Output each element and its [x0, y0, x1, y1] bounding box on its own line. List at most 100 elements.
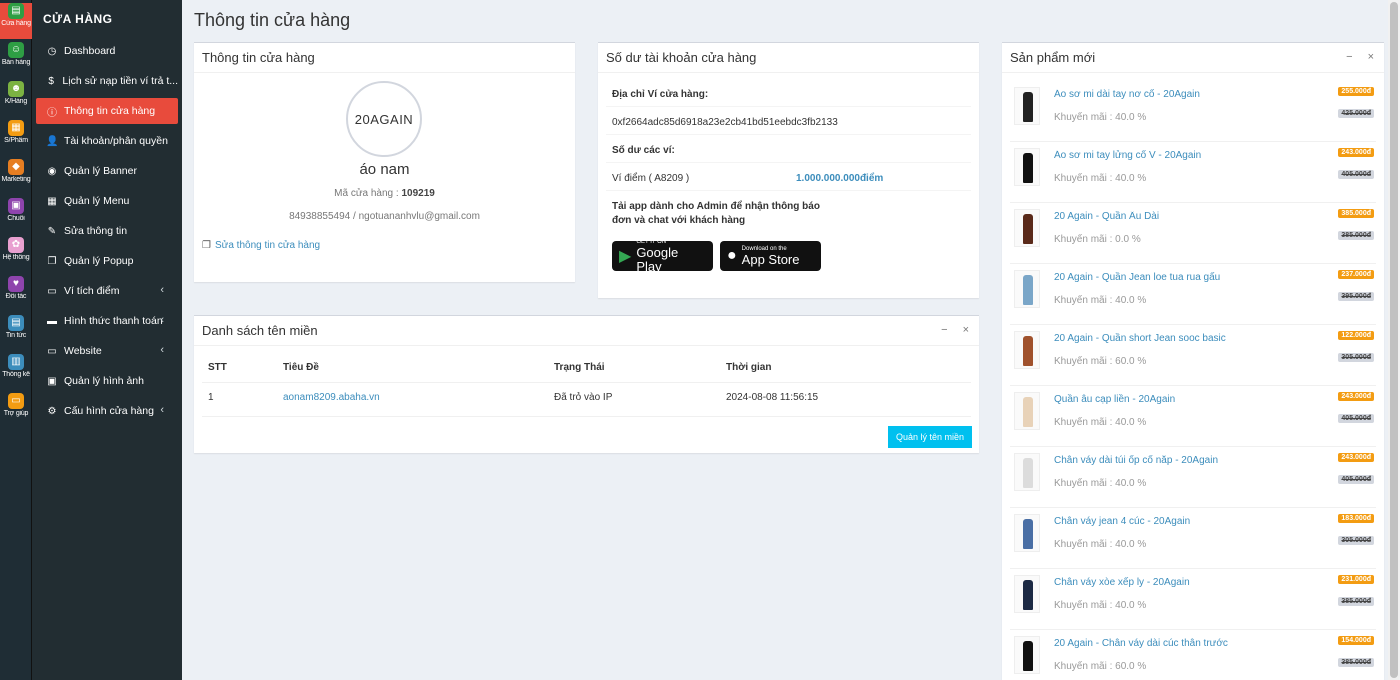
rail-item-label: K/Hàng: [4, 98, 28, 105]
sidebar-menu: ◷ Dashboard $ Lịch sử nạp tiền ví trả t... ⓘ…: [32, 38, 182, 424]
rail-item-label: Cửa hàng: [1, 20, 31, 27]
shop-code-value: 109219: [401, 188, 435, 199]
minimize-icon[interactable]: −: [1346, 51, 1352, 63]
product-price: 243.000đ: [1338, 392, 1374, 401]
sidebar-item[interactable]: ▬ Hình thức thanh toán ‹: [36, 308, 178, 334]
product-name[interactable]: Chân váy xòe xếp ly - 20Again: [1054, 577, 1274, 588]
product-image[interactable]: [1014, 270, 1040, 308]
rail-item[interactable]: ◆ Marketing: [0, 159, 32, 195]
row-domain-link[interactable]: aonam8209.abaha.vn: [283, 392, 380, 403]
product-name[interactable]: Chân váy jean 4 cúc - 20Again: [1054, 516, 1274, 527]
product-name[interactable]: Chân váy dài túi ốp cổ nắp - 20Again: [1054, 455, 1274, 466]
close-icon[interactable]: ×: [1368, 51, 1374, 63]
product-old-price: 395.000đ: [1338, 292, 1374, 301]
product-old-price: 425.000đ: [1338, 109, 1374, 118]
manage-domain-button[interactable]: Quản lý tên miền: [887, 426, 972, 448]
product-figure: [1023, 580, 1033, 610]
product-image[interactable]: [1014, 331, 1040, 369]
sidebar-item[interactable]: ▣ Quản lý hình ảnh: [36, 368, 178, 394]
sidebar-item[interactable]: ▭ Ví tích điểm ‹: [36, 278, 178, 304]
product-name[interactable]: 20 Again - Chân váy dài cúc thân trước: [1054, 638, 1274, 649]
shop-contact: 84938855494 / ngotuananhvlu@gmail.com: [289, 211, 480, 222]
product-name[interactable]: Quần âu cạp liền - 20Again: [1054, 394, 1274, 405]
product-image[interactable]: [1014, 514, 1040, 552]
info-icon: ⓘ: [47, 107, 57, 119]
product-promo: Khuyến mãi : 40.0 %: [1054, 600, 1147, 611]
chevron-left-icon: ‹: [160, 344, 164, 356]
close-icon[interactable]: ×: [963, 324, 969, 336]
product-image[interactable]: [1014, 209, 1040, 247]
sidebar-item[interactable]: ◷ Dashboard: [36, 38, 178, 64]
product-old-price: 385.000đ: [1338, 658, 1374, 667]
sidebar-item[interactable]: $ Lịch sử nạp tiền ví trả t...: [36, 68, 178, 94]
product-name[interactable]: 20 Again - Quần Jean loe tua rua gấu: [1054, 272, 1274, 283]
sidebar-item-label: Quản lý Menu: [64, 195, 130, 207]
product-old-price: 305.000đ: [1338, 353, 1374, 362]
sidebar-item[interactable]: ✎ Sửa thông tin: [36, 218, 178, 244]
product-icon: ▦: [8, 120, 24, 136]
product-name[interactable]: 20 Again - Quần Âu Dài: [1054, 211, 1274, 222]
rail-item[interactable]: ☺ Bán hàng: [0, 42, 32, 78]
menu-grid-icon: ▦: [47, 195, 57, 207]
product-old-price: 405.000đ: [1338, 414, 1374, 423]
sidebar-item-label: Lịch sử nạp tiền ví trả t...: [62, 75, 178, 87]
google-play-button[interactable]: ▶ GET IT ON Google Play: [612, 239, 713, 273]
sidebar-item[interactable]: ⓘ Thông tin cửa hàng: [36, 98, 178, 124]
shop-logo-text: 20AGAIN: [354, 111, 414, 127]
edit-shop-link[interactable]: ❐ Sửa thông tin cửa hàng: [202, 240, 320, 251]
sidebar-item[interactable]: ⚙ Cấu hình cửa hàng ‹: [36, 398, 178, 424]
sidebar-item[interactable]: ▭ Website ‹: [36, 338, 178, 364]
rail-item[interactable]: ♥ Đối tác: [0, 276, 32, 312]
sidebar-item[interactable]: ▦ Quản lý Menu: [36, 188, 178, 214]
app-store-button[interactable]: ● Download on the App Store: [720, 241, 821, 271]
product-promo: Khuyến mãi : 40.0 %: [1054, 539, 1147, 550]
product-name[interactable]: Áo sơ mi tay lửng cổ V - 20Again: [1054, 150, 1274, 161]
rail-item[interactable]: ✿ Hệ thống: [0, 237, 32, 273]
app-store-big: App Store: [741, 251, 800, 267]
sidebar-item-label: Quản lý Popup: [64, 255, 134, 267]
rail-item[interactable]: ▤ Cửa hàng: [0, 3, 32, 39]
wallet-address-label: Địa chỉ Ví cửa hàng:: [606, 83, 971, 107]
sidebar-item-label: Quản lý Banner: [64, 165, 137, 177]
sidebar-item[interactable]: ❐ Quản lý Popup: [36, 248, 178, 274]
rail-item[interactable]: ▥ Thống kê: [0, 354, 32, 390]
news-icon: ▤: [8, 315, 24, 331]
product-name[interactable]: Áo sơ mi dài tay nơ cổ - 20Again: [1054, 89, 1274, 100]
products-title: Sản phẩm mới: [1010, 50, 1096, 65]
product-item: Áo sơ mi dài tay nơ cổ - 20Again Khuyến m…: [1010, 81, 1376, 142]
sidebar-item[interactable]: 👤 Tài khoản/phân quyền: [36, 128, 178, 154]
shop-info-title: Thông tin cửa hàng: [202, 50, 315, 65]
product-image[interactable]: [1014, 575, 1040, 613]
product-image[interactable]: [1014, 148, 1040, 186]
rail-item[interactable]: ▣ Chuỗi: [0, 198, 32, 234]
edit-icon: ✎: [47, 225, 57, 237]
sidebar-item-label: Cấu hình cửa hàng: [64, 405, 154, 417]
page-scrollbar[interactable]: [1388, 0, 1400, 680]
rail-item[interactable]: ☻ K/Hàng: [0, 81, 32, 117]
rail-item-label: Đối tác: [5, 293, 27, 300]
table-divider: [202, 382, 971, 383]
minimize-icon[interactable]: −: [941, 324, 947, 336]
new-products-box: Sản phẩm mới − × Áo sơ mi dài tay nơ cổ …: [1002, 42, 1384, 680]
product-promo: Khuyến mãi : 60.0 %: [1054, 661, 1147, 672]
rail-item[interactable]: ▦ S/Phẩm: [0, 120, 32, 156]
product-image[interactable]: [1014, 392, 1040, 430]
products-header: Sản phẩm mới − ×: [1002, 43, 1384, 73]
sidebar-item[interactable]: ◉ Quản lý Banner: [36, 158, 178, 184]
app-download-text-2: đơn và chat với khách hàng: [612, 215, 746, 226]
product-price: 243.000đ: [1338, 148, 1374, 157]
product-image[interactable]: [1014, 453, 1040, 491]
product-price: 255.000đ: [1338, 87, 1374, 96]
col-title: Tiêu Đề: [283, 362, 319, 373]
rail-item[interactable]: ▤ Tin tức: [0, 315, 32, 351]
banner-icon: ◉: [47, 165, 57, 177]
scrollbar-thumb[interactable]: [1390, 2, 1398, 678]
product-image[interactable]: [1014, 87, 1040, 125]
sidebar-item-label: Hình thức thanh toán: [64, 315, 163, 327]
product-name[interactable]: 20 Again - Quần short Jean sooc basic: [1054, 333, 1274, 344]
domain-title: Danh sách tên miền: [202, 323, 318, 338]
product-image[interactable]: [1014, 636, 1040, 674]
rail-item[interactable]: ▭ Trợ giúp: [0, 393, 32, 429]
stats-icon: ▥: [8, 354, 24, 370]
product-item: Quần âu cạp liền - 20Again Khuyến mãi : 4…: [1010, 386, 1376, 447]
